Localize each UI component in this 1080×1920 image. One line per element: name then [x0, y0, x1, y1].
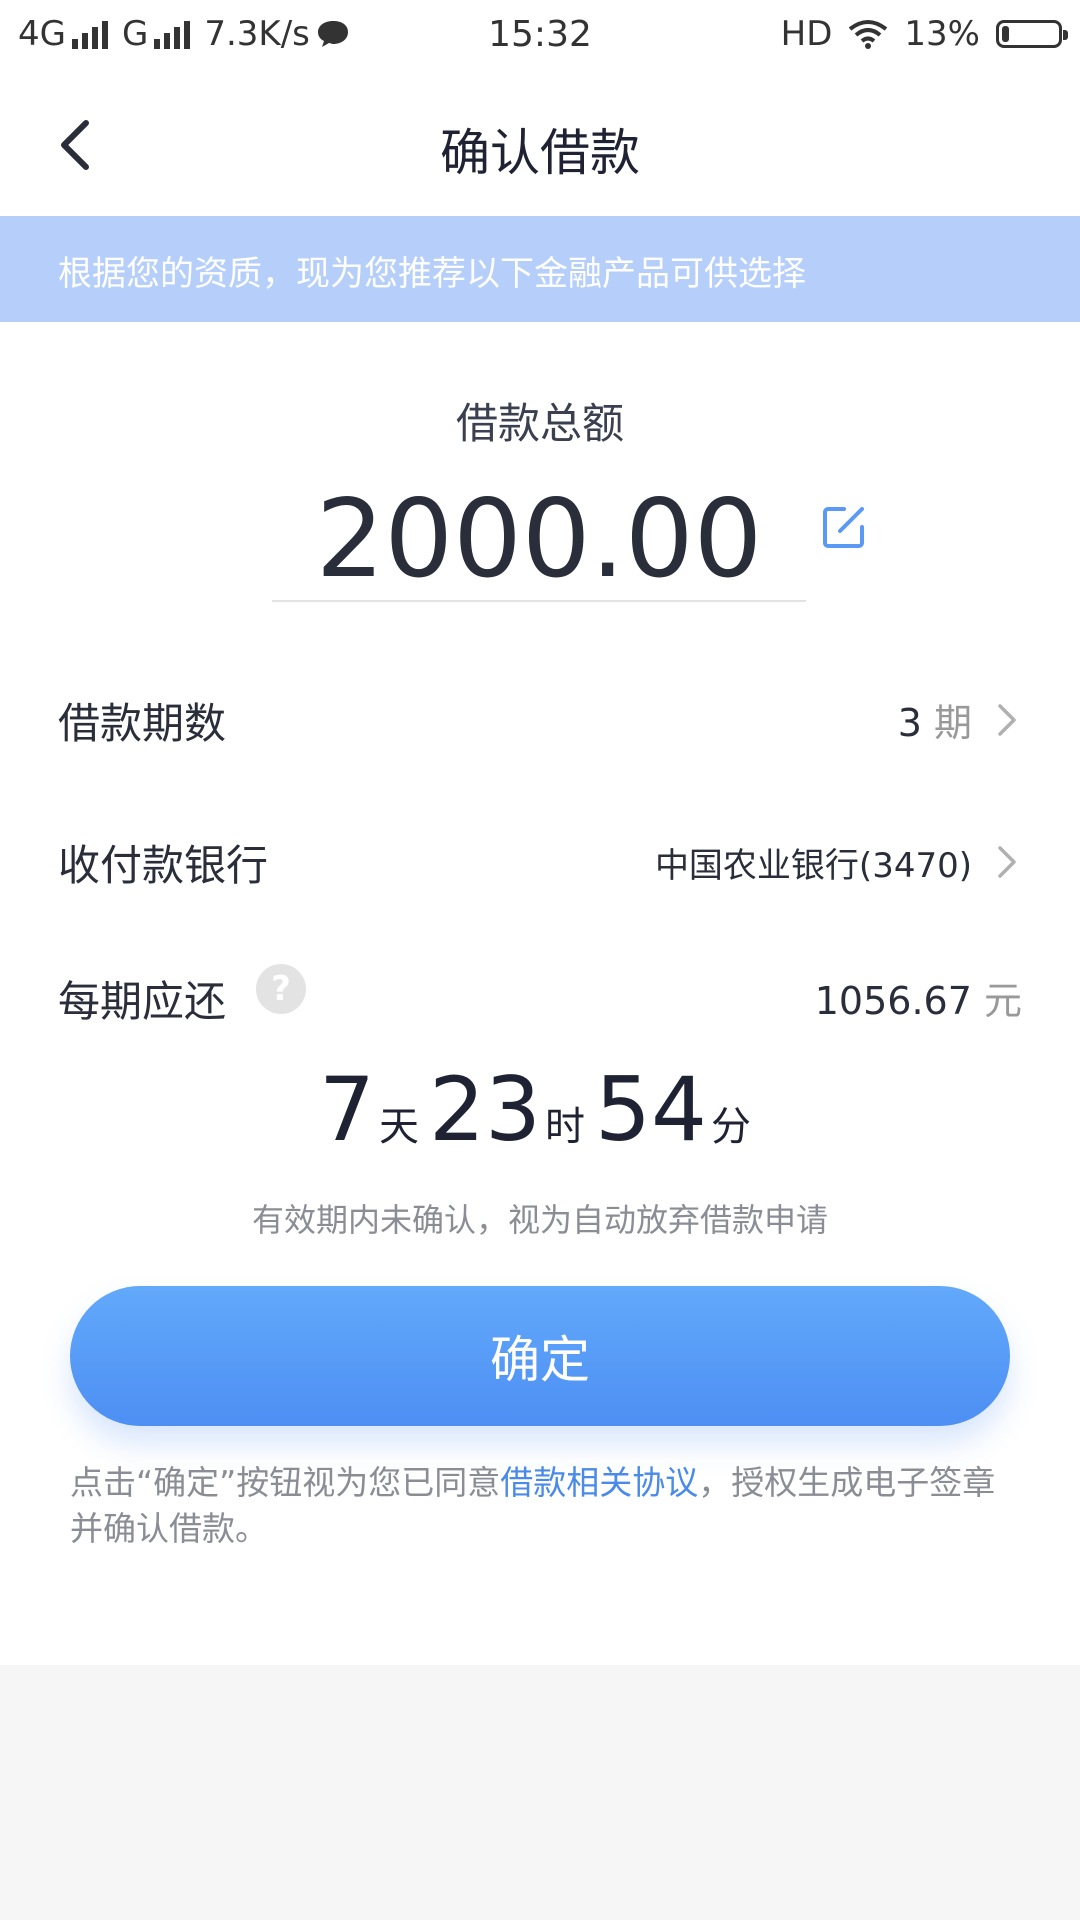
- payment-amount: 1056.67: [814, 979, 972, 1023]
- countdown-hours-unit: 时: [545, 1104, 585, 1150]
- loan-term-value: 3 期: [898, 692, 972, 747]
- countdown-days-unit: 天: [379, 1104, 420, 1150]
- countdown-days: 7: [319, 1058, 376, 1161]
- chevron-right-icon: [998, 704, 1016, 736]
- loan-amount-input[interactable]: 2000.00: [272, 475, 806, 605]
- countdown-minutes: 54: [595, 1058, 707, 1161]
- agreement-prefix: 点击“确定”按钮视为您已同意: [70, 1463, 501, 1502]
- countdown-timer: 7 天 23 时 54 分: [0, 1058, 1080, 1161]
- loan-term-row[interactable]: 借款期数 3 期: [58, 690, 1022, 750]
- wifi-icon: [849, 20, 888, 49]
- status-bar: 4G G 7.3K/s 15:32 HD 13%: [0, 0, 1080, 75]
- hd-indicator: HD: [780, 14, 833, 54]
- countdown-minutes-unit: 分: [710, 1104, 751, 1150]
- status-right: HD 13%: [780, 14, 1068, 54]
- battery-icon: [996, 20, 1068, 48]
- countdown-hours: 23: [429, 1058, 541, 1161]
- bank-row[interactable]: 收付款银行 中国农业银行(3470): [58, 832, 1022, 892]
- bank-value: 中国农业银行(3470): [654, 846, 972, 886]
- agreement-text: 点击“确定”按钮视为您已同意借款相关协议，授权生成电子签章并确认借款。: [70, 1460, 1020, 1552]
- battery-percent: 13%: [904, 14, 980, 54]
- payment-label: 每期应还: [58, 977, 227, 1026]
- page-title: 确认借款: [440, 124, 640, 182]
- banner-text: 根据您的资质，现为您推荐以下金融产品可供选择: [58, 254, 806, 294]
- confirm-button[interactable]: 确定: [70, 1286, 1010, 1426]
- payment-row: 每期应还 ? 1056.67 元: [58, 964, 1022, 1028]
- expiry-notice: 有效期内未确认，视为自动放弃借款申请: [251, 1201, 828, 1239]
- payment-value: 1056.67 元: [815, 970, 1022, 1025]
- recommendation-banner: 根据您的资质，现为您推荐以下金融产品可供选择: [0, 216, 1080, 322]
- help-icon[interactable]: ?: [256, 964, 306, 1014]
- term-number: 3: [897, 701, 922, 745]
- payment-unit: 元: [983, 979, 1022, 1023]
- battery-level: [1002, 26, 1009, 42]
- loan-term-label: 借款期数: [58, 699, 227, 748]
- chevron-right-icon: [998, 846, 1016, 878]
- agreement-link[interactable]: 借款相关协议: [500, 1463, 698, 1502]
- loan-amount-label: 借款总额: [455, 399, 624, 448]
- edit-icon[interactable]: [820, 503, 868, 551]
- term-unit: 期: [933, 701, 972, 745]
- bank-label: 收付款银行: [58, 841, 269, 890]
- nav-bar: 确认借款: [0, 75, 1080, 215]
- amount-underline: [272, 600, 806, 602]
